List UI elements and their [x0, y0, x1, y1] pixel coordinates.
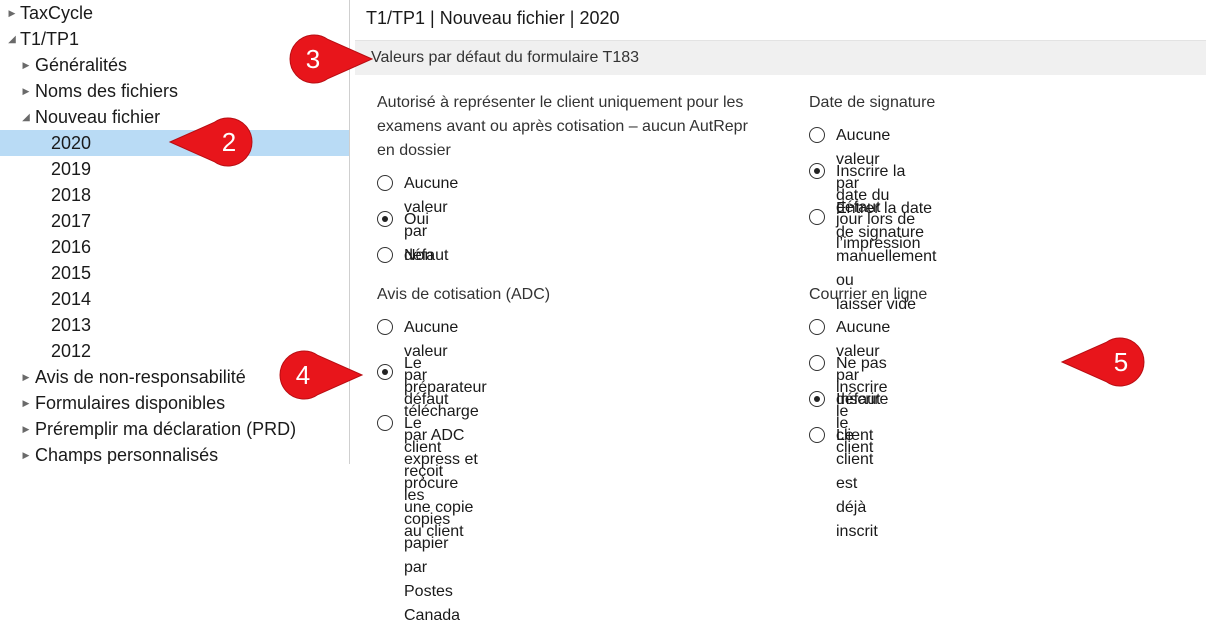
radio-button[interactable] — [809, 391, 825, 407]
radio-button[interactable] — [377, 415, 393, 431]
tree-node-year-2014[interactable]: 2014 — [0, 286, 349, 312]
tree-node-preremplir-prd[interactable]: Préremplir ma déclaration (PRD) — [0, 416, 349, 442]
expand-arrow-icon[interactable] — [20, 390, 32, 416]
radio-button[interactable] — [377, 319, 393, 335]
tree-node-year-2017[interactable]: 2017 — [0, 208, 349, 234]
group-label-courrier: Courrier en ligne — [809, 286, 928, 303]
expand-arrow-icon[interactable] — [20, 442, 32, 464]
radio-button[interactable] — [809, 163, 825, 179]
expand-arrow-icon[interactable] — [6, 0, 18, 26]
callout-4: 4 — [276, 349, 364, 401]
collapse-arrow-icon[interactable] — [6, 26, 18, 52]
expand-arrow-icon[interactable] — [20, 364, 32, 390]
callout-3: 3 — [286, 33, 374, 85]
callout-2-number: 2 — [221, 127, 237, 157]
radio-button[interactable] — [377, 364, 393, 380]
radio-button[interactable] — [377, 247, 393, 263]
expand-arrow-icon[interactable] — [20, 416, 32, 442]
callout-2: 2 — [168, 116, 256, 168]
expand-arrow-icon[interactable] — [20, 78, 32, 104]
tree-node-year-2018[interactable]: 2018 — [0, 182, 349, 208]
radio-button[interactable] — [809, 209, 825, 225]
tree-node-taxcycle[interactable]: TaxCycle — [0, 0, 349, 26]
radio-button[interactable] — [377, 211, 393, 227]
tree-node-year-2016[interactable]: 2016 — [0, 234, 349, 260]
radio-button[interactable] — [809, 127, 825, 143]
section-header: Valeurs par défaut du formulaire T183 — [355, 40, 1206, 75]
collapse-arrow-icon[interactable] — [20, 104, 32, 130]
callout-3-number: 3 — [305, 44, 321, 74]
radio-button[interactable] — [377, 175, 393, 191]
group-label-date-signature: Date de signature — [809, 94, 936, 111]
callout-4-number: 4 — [295, 360, 311, 390]
group-label-autorise: Autorisé à représenter le client uniquem… — [377, 94, 748, 159]
tree-node-year-2013[interactable]: 2013 — [0, 312, 349, 338]
page-title: T1/TP1 | Nouveau fichier | 2020 — [366, 8, 620, 28]
settings-panel: T1/TP1 | Nouveau fichier | 2020 Valeurs … — [350, 0, 1206, 624]
expand-arrow-icon[interactable] — [20, 52, 32, 78]
callout-5: 5 — [1060, 336, 1148, 388]
callout-5-number: 5 — [1113, 347, 1129, 377]
radio-button[interactable] — [809, 355, 825, 371]
radio-button[interactable] — [809, 427, 825, 443]
radio-button[interactable] — [809, 319, 825, 335]
group-label-avis-cotisation: Avis de cotisation (ADC) — [377, 286, 551, 303]
tree-node-champs-personnalises[interactable]: Champs personnalisés — [0, 442, 349, 464]
tree-node-year-2015[interactable]: 2015 — [0, 260, 349, 286]
